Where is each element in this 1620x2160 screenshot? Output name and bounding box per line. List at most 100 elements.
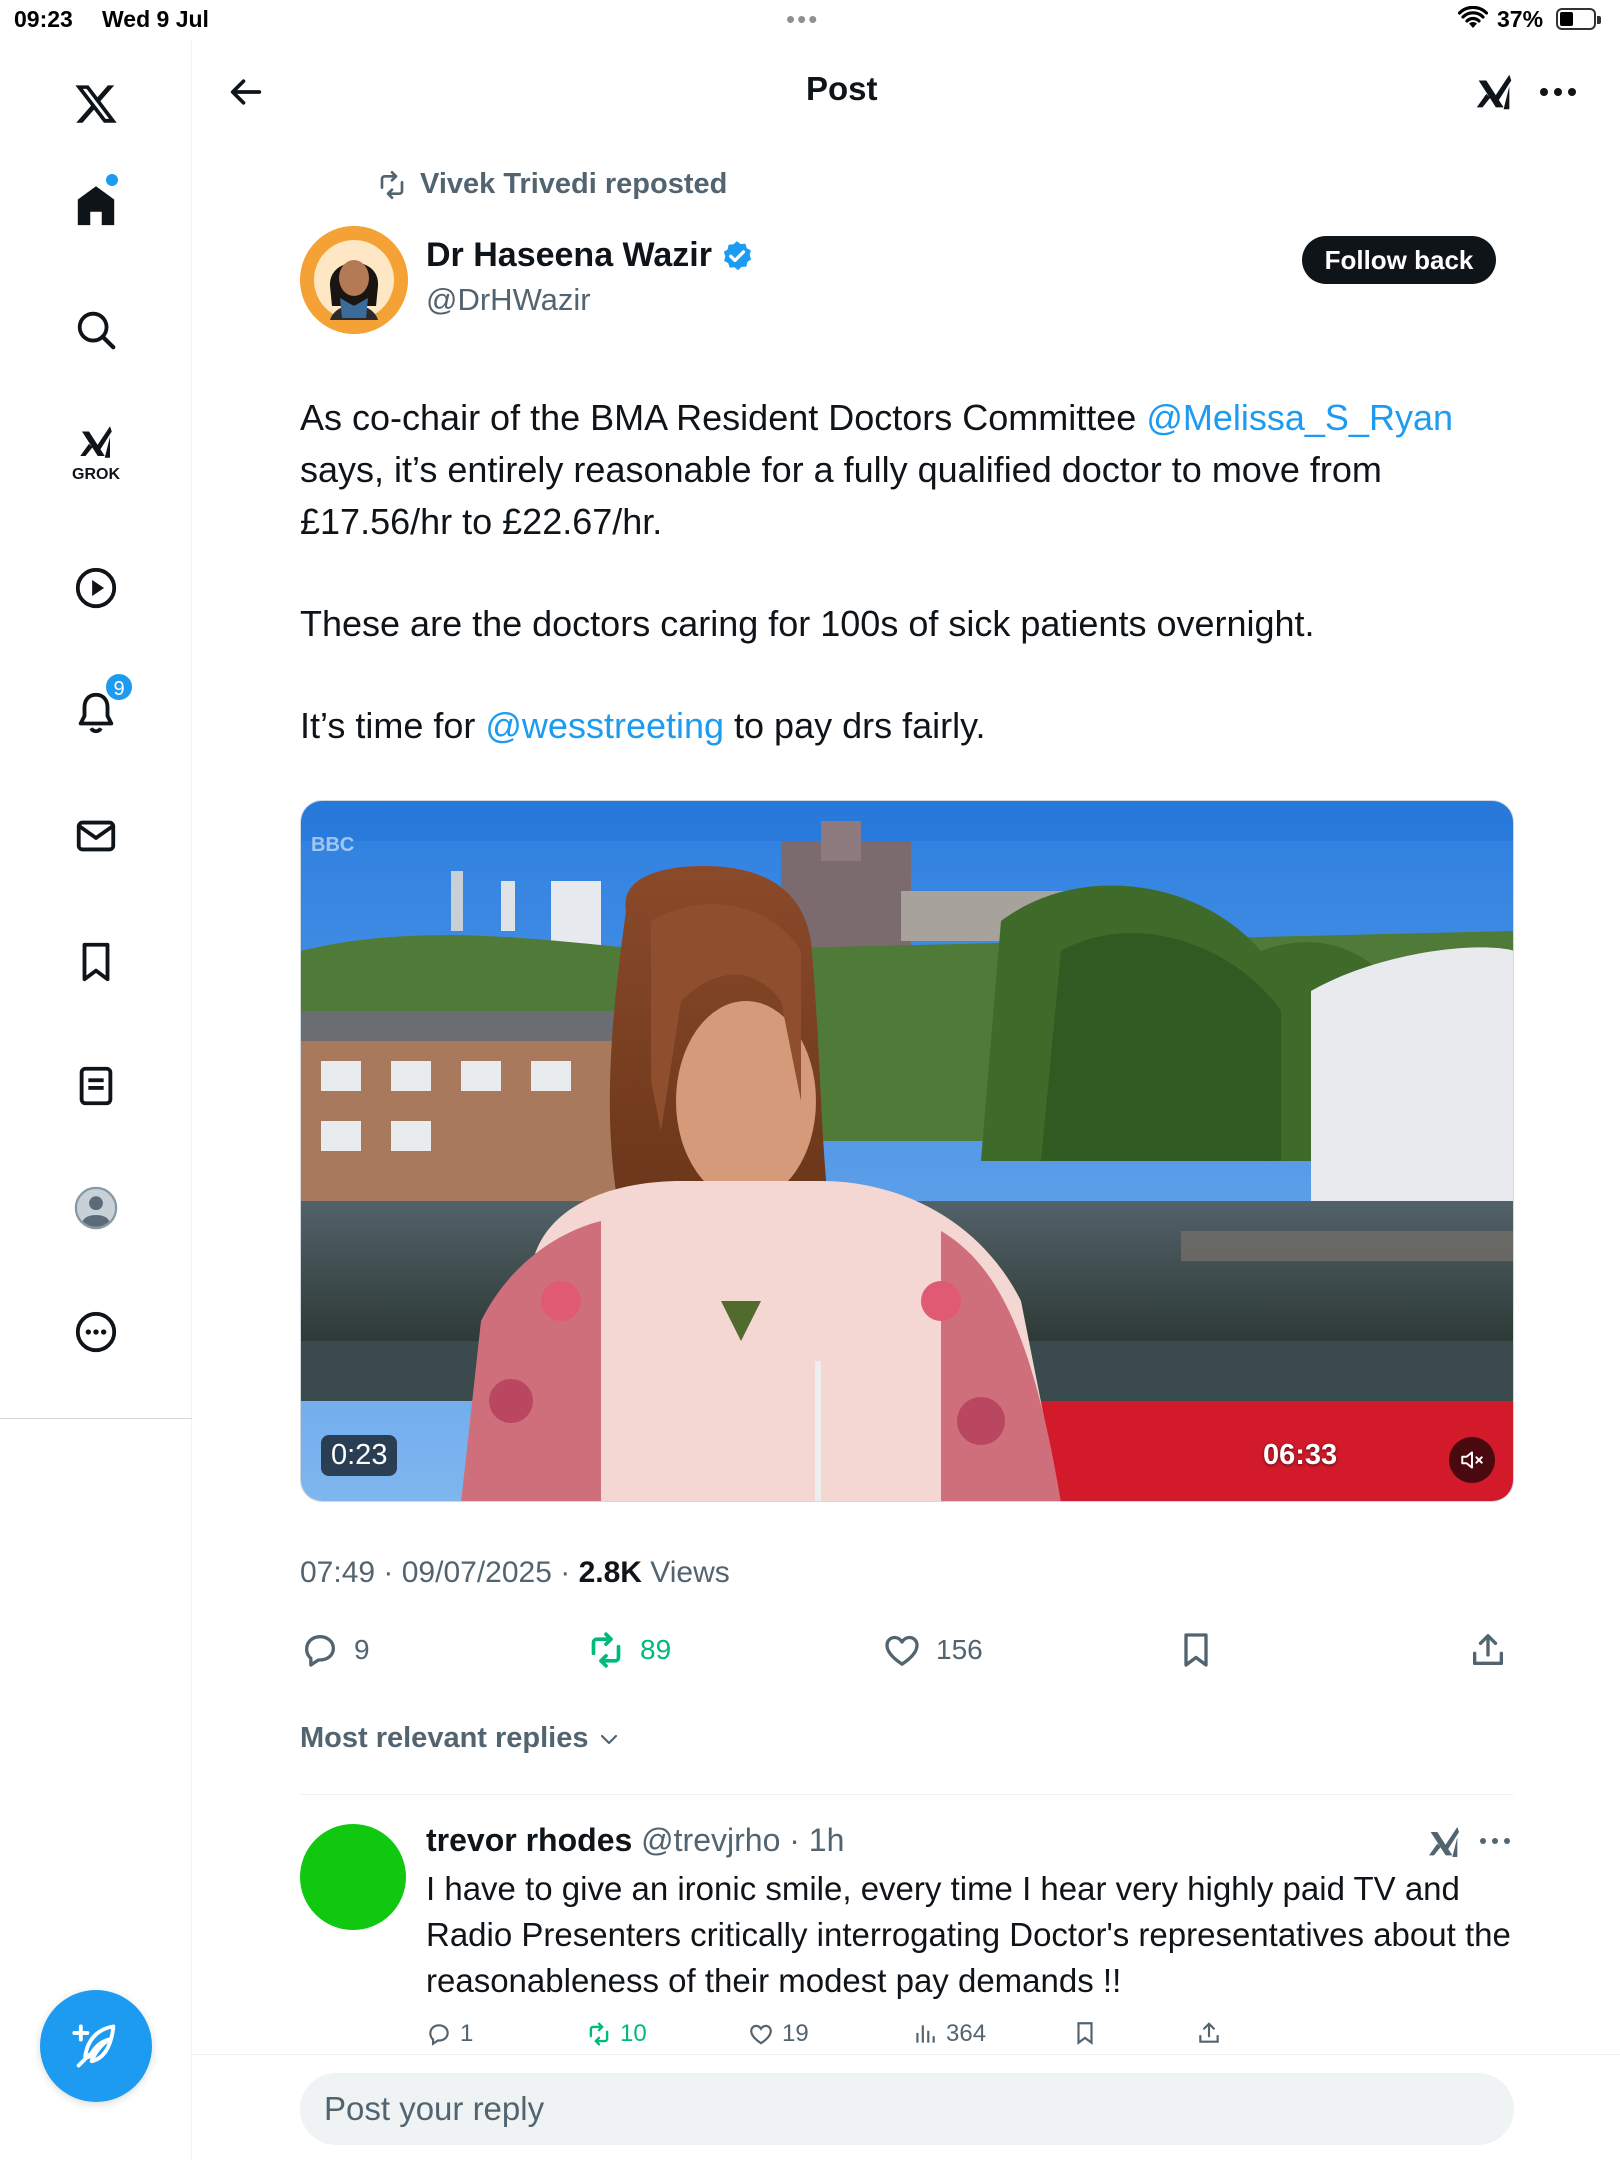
post-paragraph-2: These are the doctors caring for 100s of…: [300, 603, 1315, 644]
mention-link[interactable]: @Melissa_S_Ryan: [1146, 397, 1453, 438]
mute-button[interactable]: [1449, 1437, 1495, 1483]
more-options-button[interactable]: [1530, 64, 1586, 120]
more-icon: [75, 1311, 117, 1353]
verified-badge-icon: [723, 240, 752, 270]
status-date: Wed 9 Jul: [102, 6, 209, 32]
author-name-text: Dr Haseena Wazir: [426, 236, 712, 274]
post-time[interactable]: 07:49: [300, 1556, 375, 1589]
wifi-icon: [1457, 5, 1489, 36]
bookmark-button[interactable]: [1176, 1620, 1216, 1680]
author-name[interactable]: Dr Haseena Wazir: [426, 236, 754, 275]
video-player[interactable]: BBC 0:23 06:33: [300, 800, 1514, 1502]
reply-icon: [305, 1635, 335, 1667]
replies-sort-dropdown[interactable]: Most relevant replies: [300, 1722, 621, 1755]
search-icon: [77, 311, 116, 350]
video-duration: 06:33: [1263, 1439, 1338, 1471]
multitask-dots-icon[interactable]: •••: [786, 4, 819, 35]
status-time: 09:23: [14, 6, 73, 32]
heart-icon: [750, 2024, 772, 2045]
reply-reply-count: 1: [460, 2020, 474, 2047]
sidebar-item-more[interactable]: [56, 1292, 136, 1372]
reply-composer-bar: [192, 2054, 1620, 2160]
compose-button[interactable]: [40, 1990, 152, 2102]
divider: [300, 1794, 1514, 1795]
reply-author-name[interactable]: trevor rhodes: [426, 1822, 632, 1858]
reply-more-button[interactable]: [1478, 1820, 1512, 1854]
sidebar: GROK 9: [0, 40, 192, 2160]
sidebar-item-profile[interactable]: [56, 1168, 136, 1248]
home-icon: [77, 186, 115, 226]
bookmark-icon: [1077, 2022, 1093, 2045]
post-text-segment: It’s time for: [300, 705, 486, 746]
sidebar-item-home[interactable]: [56, 166, 136, 246]
bar-chart-icon: [916, 2025, 935, 2043]
post-paragraph-3: It’s time for @wesstreeting to pay drs f…: [300, 700, 1520, 752]
bbc-logo: BBC: [311, 834, 354, 856]
unread-dot: [106, 174, 118, 186]
reply-author-handle[interactable]: @trevjrho: [641, 1822, 780, 1858]
arrow-left-icon: [230, 79, 262, 105]
author-handle[interactable]: @DrHWazir: [426, 282, 591, 318]
reply-repost-count: 10: [620, 2020, 647, 2047]
reply-time[interactable]: 1h: [809, 1822, 845, 1858]
repost-label: Vivek Trivedi reposted: [420, 168, 728, 200]
reply-grok-button[interactable]: [1424, 1822, 1464, 1862]
share-button[interactable]: [1468, 1620, 1508, 1680]
reply-button[interactable]: 9: [300, 1620, 370, 1680]
reply-views-button[interactable]: 364: [912, 2020, 986, 2048]
reply-like-button[interactable]: 19: [748, 2020, 809, 2048]
sidebar-item-notifications[interactable]: 9: [56, 672, 136, 752]
like-button[interactable]: 156: [882, 1620, 983, 1680]
chevron-down-icon: [600, 1734, 617, 1744]
play-icon: [75, 567, 117, 609]
heart-icon: [885, 1635, 919, 1666]
back-button[interactable]: [218, 64, 274, 120]
reply-view-count: 364: [946, 2020, 987, 2047]
mail-icon: [76, 820, 116, 852]
post-text: As co-chair of the BMA Resident Doctors …: [300, 392, 1520, 802]
sidebar-item-video[interactable]: [56, 548, 136, 628]
grok-icon: [1476, 74, 1512, 110]
follow-back-button[interactable]: Follow back: [1302, 236, 1496, 284]
grok-icon: [1429, 1827, 1459, 1857]
repost-context[interactable]: Vivek Trivedi reposted: [376, 168, 727, 201]
sidebar-item-lists[interactable]: [56, 1046, 136, 1126]
post-date[interactable]: 09/07/2025: [402, 1556, 552, 1589]
reply-repost-button[interactable]: 10: [586, 2020, 647, 2048]
share-icon: [1199, 2022, 1219, 2043]
reply-header: trevor rhodes @trevjrho · 1h: [426, 1822, 844, 1859]
sidebar-item-messages[interactable]: [56, 796, 136, 876]
status-bar: 09:23 Wed 9 Jul ••• 37%: [0, 0, 1620, 40]
views-label: Views: [650, 1556, 730, 1589]
compose-icon: [72, 2024, 116, 2068]
sidebar-item-grok[interactable]: GROK: [56, 412, 136, 492]
reply-avatar[interactable]: [300, 1824, 406, 1930]
sidebar-item-bookmarks[interactable]: [56, 922, 136, 1002]
reply-count: 9: [354, 1634, 370, 1665]
video-elapsed-time: 0:23: [321, 1435, 398, 1476]
speaker-muted-icon: [1461, 1451, 1483, 1469]
repost-icon: [380, 170, 404, 199]
sidebar-item-explore[interactable]: [56, 290, 136, 370]
repost-button[interactable]: 89: [586, 1620, 671, 1680]
author-avatar[interactable]: [300, 226, 408, 334]
post-paragraph-1: As co-chair of the BMA Resident Doctors …: [300, 392, 1520, 548]
post-text-segment: As co-chair of the BMA Resident Doctors …: [300, 397, 1147, 438]
grok-button[interactable]: [1466, 64, 1522, 120]
like-count: 156: [936, 1634, 983, 1665]
ellipsis-icon: [1540, 88, 1576, 96]
reply-text: I have to give an ironic smile, every ti…: [426, 1870, 1511, 1999]
view-count: 2.8K: [578, 1556, 642, 1589]
reply-share-button[interactable]: [1196, 2020, 1222, 2046]
video-frame: BBC: [301, 801, 1513, 1501]
reply-separator: ·: [780, 1822, 809, 1858]
reply-bookmark-button[interactable]: [1072, 2020, 1098, 2046]
reply-like-count: 19: [782, 2020, 809, 2047]
repost-icon: [591, 1632, 621, 1668]
x-logo-icon[interactable]: [56, 64, 136, 144]
reply-input[interactable]: [300, 2073, 1514, 2145]
sidebar-divider: [0, 1418, 192, 1419]
mention-link[interactable]: @wesstreeting: [485, 705, 724, 746]
reply-reply-button[interactable]: 1: [426, 2020, 473, 2048]
ellipsis-icon: [1480, 1838, 1510, 1844]
